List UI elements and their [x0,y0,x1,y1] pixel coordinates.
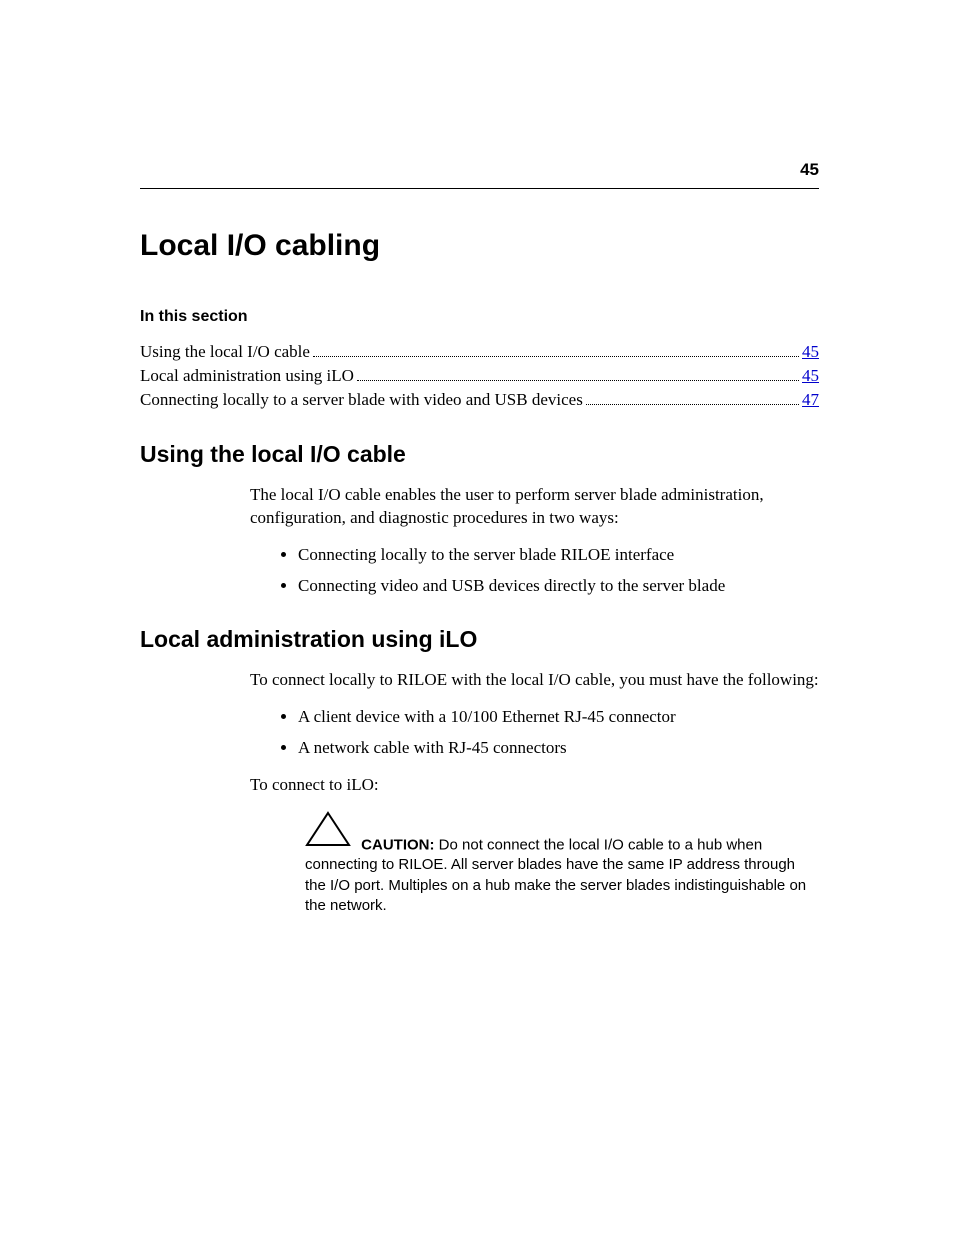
toc-leader-dots [586,404,799,405]
section-heading-local-admin-ilo: Local administration using iLO [140,626,819,653]
page-title: Local I/O cabling [140,229,819,263]
section2-body: To connect locally to RILOE with the loc… [250,669,819,916]
section2-connect-line: To connect to iLO: [250,774,819,797]
section-heading-using-local-io-cable: Using the local I/O cable [140,441,819,468]
toc-row: Connecting locally to a server blade wit… [140,388,819,412]
section2-bullet-list: A client device with a 10/100 Ethernet R… [274,706,819,760]
page: 45 Local I/O cabling In this section Usi… [0,0,954,1235]
section2-intro: To connect locally to RILOE with the loc… [250,669,819,692]
list-item: Connecting video and USB devices directl… [298,575,819,598]
header-rule [140,188,819,189]
section1-intro: The local I/O cable enables the user to … [250,484,819,530]
toc-label: Using the local I/O cable [140,340,310,364]
toc-label: Connecting locally to a server blade wit… [140,388,583,412]
section1-bullet-list: Connecting locally to the server blade R… [274,544,819,598]
toc-leader-dots [313,356,799,357]
toc-page-link[interactable]: 45 [802,340,819,364]
list-item: Connecting locally to the server blade R… [298,544,819,567]
toc-page-link[interactable]: 47 [802,388,819,412]
toc-row: Using the local I/O cable 45 [140,340,819,364]
caution-triangle-icon [305,811,351,853]
toc-leader-dots [357,380,799,381]
table-of-contents: Using the local I/O cable 45 Local admin… [140,340,819,411]
section1-body: The local I/O cable enables the user to … [250,484,819,598]
list-item: A network cable with RJ-45 connectors [298,737,819,760]
toc-label: Local administration using iLO [140,364,354,388]
page-number: 45 [800,160,819,180]
caution-block: CAUTION: Do not connect the local I/O ca… [305,811,819,916]
toc-page-link[interactable]: 45 [802,364,819,388]
caution-label: CAUTION: [361,836,434,853]
toc-row: Local administration using iLO 45 [140,364,819,388]
in-this-section-heading: In this section [140,308,819,326]
list-item: A client device with a 10/100 Ethernet R… [298,706,819,729]
